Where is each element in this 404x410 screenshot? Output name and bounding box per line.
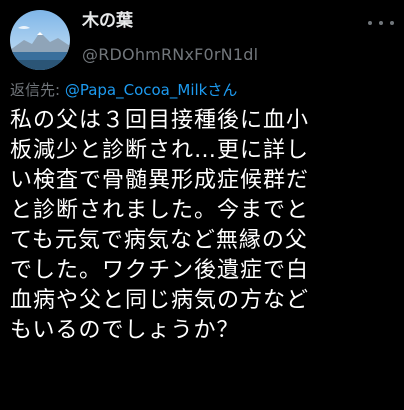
- tweet-line: ても元気で病気など無縁の父: [10, 228, 308, 253]
- avatar[interactable]: [10, 10, 70, 70]
- tweet-text: 私の父は３回目接種後に血小 板減少と診断され…更に詳し い検査で骨髄異形成症候群…: [10, 106, 400, 346]
- handle[interactable]: @RDOhmRNxF0rN1dl: [82, 44, 258, 66]
- tweet-line: 血病や父と同じ病気の方など: [10, 288, 310, 313]
- reply-to-line: 返信先: @Papa_Cocoa_Milkさん: [10, 80, 237, 100]
- reply-target-link[interactable]: @Papa_Cocoa_Milkさん: [65, 81, 238, 99]
- more-dot-icon: [390, 21, 394, 25]
- tweet-line: もいるのでしょうか？: [10, 318, 240, 343]
- author-info: 木の葉 @RDOhmRNxF0rN1dl: [82, 10, 258, 66]
- tweet-line: でした。ワクチン後遺症で白: [10, 258, 310, 283]
- tweet-line: 板減少と診断され…更に詳し: [10, 138, 310, 163]
- tweet-line: と診断されました。今までと: [10, 198, 310, 223]
- more-options-button[interactable]: [368, 14, 394, 32]
- avatar-image: [10, 10, 70, 70]
- reply-prefix: 返信先:: [10, 81, 65, 99]
- tweet-line: い検査で骨髄異形成症候群だ: [10, 168, 310, 193]
- display-name[interactable]: 木の葉: [82, 10, 258, 32]
- tweet-line: 私の父は３回目接種後に血小: [10, 108, 310, 133]
- more-dot-icon: [368, 21, 372, 25]
- more-dot-icon: [379, 21, 383, 25]
